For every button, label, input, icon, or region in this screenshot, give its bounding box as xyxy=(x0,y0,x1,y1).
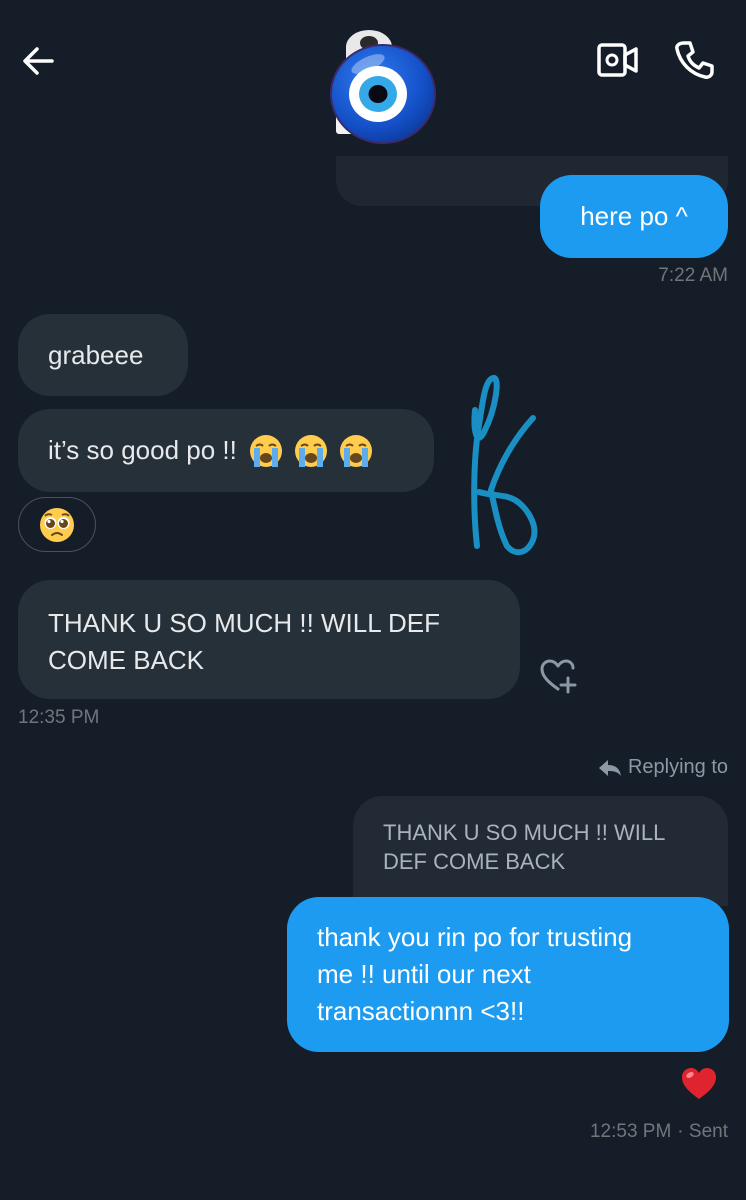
quoted-line: THANK U SO MUCH !! WILL xyxy=(383,820,666,845)
outgoing-message-bubble[interactable]: here po ^ xyxy=(540,175,728,258)
heart-plus-icon xyxy=(540,659,577,694)
message-text: here po ^ xyxy=(580,201,688,231)
loudly-crying-face-icon xyxy=(339,434,372,467)
emoji-reaction[interactable] xyxy=(18,497,96,552)
arrow-left-icon xyxy=(23,47,54,75)
message-line: transactionnn <3!! xyxy=(317,996,525,1026)
message-line: COME BACK xyxy=(48,644,205,675)
sent-status: · Sent xyxy=(677,1121,728,1142)
phone-icon xyxy=(675,41,714,79)
video-camera-icon xyxy=(597,43,638,77)
incoming-message-bubble[interactable]: grabeee xyxy=(18,314,188,396)
message-timestamp: 12:35 PM xyxy=(18,707,100,728)
incoming-message-bubble[interactable]: it’s so good po !! xyxy=(18,409,434,492)
avatar[interactable] xyxy=(328,30,438,145)
red-heart-reaction-icon xyxy=(682,1068,716,1099)
quoted-message[interactable]: THANK U SO MUCH !! WILL DEF COME BACK xyxy=(353,796,728,906)
message-status: 12:53 PM · Sent xyxy=(590,1121,728,1143)
message-line: THANK U SO MUCH !! WILL DEF xyxy=(48,607,440,638)
back-button[interactable] xyxy=(18,40,60,82)
message-line: thank you rin po for trusting xyxy=(317,922,633,952)
message-timestamp: 7:22 AM xyxy=(658,265,728,286)
message-text: grabeee xyxy=(48,339,144,370)
video-call-button[interactable] xyxy=(596,40,640,80)
message-text: THANK U SO MUCH !! WILL DEF COME BACK xyxy=(48,605,440,679)
reply-arrow-icon xyxy=(598,759,621,776)
loudly-crying-face-icon xyxy=(294,434,327,467)
message-timestamp: 12:53 PM xyxy=(589,1121,672,1142)
dm-conversation-screen: here po ^ 7:22 AM grabeee it’s so good p… xyxy=(0,0,746,1200)
loudly-crying-face-icon xyxy=(249,434,282,467)
message-text: it’s so good po !! xyxy=(48,435,237,465)
pleading-face-icon xyxy=(40,507,74,542)
outgoing-message-bubble[interactable]: thank you rin po for trusting me !! unti… xyxy=(287,897,729,1052)
add-reaction-button[interactable] xyxy=(538,656,580,696)
quoted-line: DEF COME BACK xyxy=(383,849,566,874)
replying-to-label: Replying to xyxy=(598,756,728,779)
evil-eye-icon xyxy=(330,44,436,144)
handwritten-signature xyxy=(471,375,538,556)
replying-to-text: Replying to xyxy=(627,756,728,778)
incoming-message-bubble[interactable]: THANK U SO MUCH !! WILL DEF COME BACK xyxy=(18,580,520,699)
phone-call-button[interactable] xyxy=(672,38,716,82)
message-text: thank you rin po for trusting me !! unti… xyxy=(317,919,632,1030)
message-line: me !! until our next xyxy=(317,959,531,989)
